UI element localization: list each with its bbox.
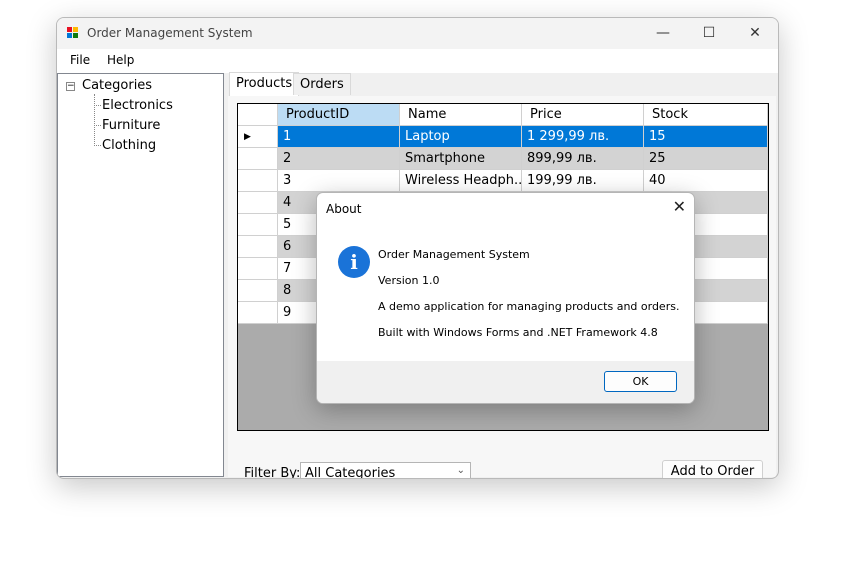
table-row[interactable] [238,148,278,170]
dialog-body: i Order Management System Version 1.0 A … [317,224,694,361]
add-to-order-button[interactable]: Add to Order [662,460,763,478]
tree-connector [94,105,101,106]
title-bar[interactable]: Order Management System — ☐ ✕ [57,18,778,49]
tree-root-categories[interactable]: Categories [82,78,152,93]
grid-cell[interactable]: 40 [644,170,768,192]
grid-cell[interactable]: 25 [644,148,768,170]
table-row[interactable] [238,170,278,192]
filter-label: Filter By: [244,466,301,479]
table-row[interactable] [238,214,278,236]
grid-cell[interactable]: 3 [278,170,400,192]
row-header[interactable] [238,170,278,192]
close-button[interactable]: ✕ [732,18,778,49]
category-filter-combo[interactable]: All Categories ⌄ [300,462,471,479]
row-header[interactable] [238,236,278,258]
grid-cell[interactable]: Laptop [400,126,522,148]
dialog-built-with: Built with Windows Forms and .NET Framew… [378,326,658,339]
column-header-stock[interactable]: Stock [644,104,768,126]
menu-file[interactable]: File [70,53,90,67]
row-header[interactable] [238,148,278,170]
about-dialog: About ✕ i Order Management System Versio… [316,192,695,404]
grid-cell[interactable]: 1 299,99 лв. [522,126,644,148]
column-header-price[interactable]: Price [522,104,644,126]
menu-help[interactable]: Help [107,53,134,67]
column-header-name[interactable]: Name [400,104,522,126]
row-header[interactable] [238,192,278,214]
tree-item-electronics[interactable]: Electronics [102,98,173,113]
row-header[interactable]: ▶ [238,126,278,148]
dialog-app-name: Order Management System [378,248,530,261]
grid-cell[interactable]: 15 [644,126,768,148]
tab-products[interactable]: Products [229,72,300,96]
ok-button[interactable]: OK [604,371,677,392]
table-row[interactable] [238,258,278,280]
grid-cell[interactable]: 899,99 лв. [522,148,644,170]
tree-connector [94,125,101,126]
grid-header-row: ProductID Name Price Stock [238,104,768,126]
window-title: Order Management System [87,26,253,40]
tree-connector [94,94,95,146]
grid-cell[interactable]: 2 [278,148,400,170]
dialog-footer: OK [317,361,694,403]
column-header-productid[interactable]: ProductID [278,104,400,126]
maximize-button[interactable]: ☐ [686,18,732,49]
table-row[interactable]: ▶ [238,126,278,148]
minimize-button[interactable]: — [640,18,686,49]
table-row[interactable] [238,280,278,302]
grid-cell[interactable]: Wireless Headph... [400,170,522,192]
dialog-close-button[interactable]: ✕ [673,197,686,216]
tree-collapse-icon[interactable]: − [66,82,75,91]
tree-item-furniture[interactable]: Furniture [102,118,160,133]
dialog-version: Version 1.0 [378,274,440,287]
grid-cell[interactable]: 1 [278,126,400,148]
tree-item-clothing[interactable]: Clothing [102,138,156,153]
category-tree[interactable]: − Categories Electronics Furniture Cloth… [57,73,224,477]
menu-bar: File Help [57,49,778,73]
tree-connector [94,145,101,146]
table-row[interactable] [238,302,278,324]
grid-cell[interactable]: Smartphone [400,148,522,170]
info-icon: i [338,246,370,278]
grid-cell[interactable]: 199,99 лв. [522,170,644,192]
tab-orders[interactable]: Orders [293,73,351,95]
app-icon [67,27,80,39]
category-filter-value: All Categories [305,466,396,479]
row-header[interactable] [238,214,278,236]
table-row[interactable] [238,236,278,258]
dialog-description: A demo application for managing products… [378,300,680,313]
dialog-title: About [326,202,362,216]
row-header[interactable] [238,302,278,324]
chevron-down-icon: ⌄ [456,465,465,476]
row-header[interactable] [238,280,278,302]
table-row[interactable] [238,192,278,214]
grid-corner[interactable] [238,104,278,126]
row-header[interactable] [238,258,278,280]
